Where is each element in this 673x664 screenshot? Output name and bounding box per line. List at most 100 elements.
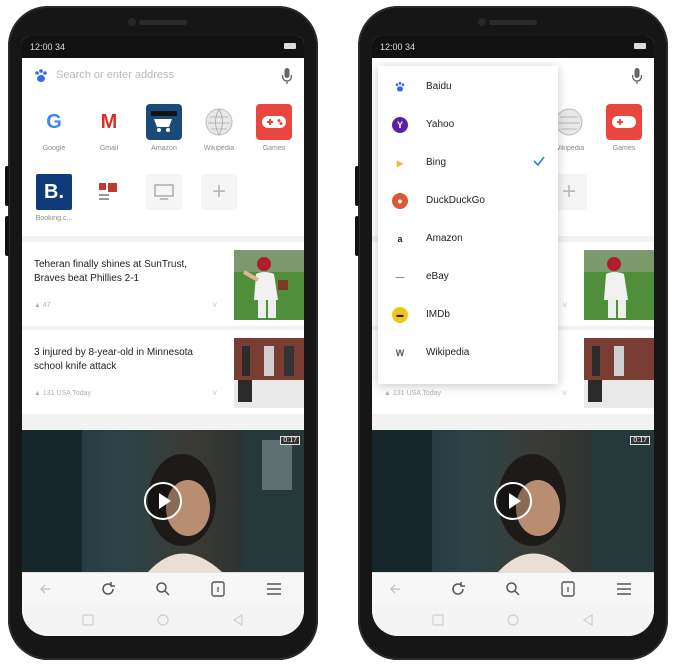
news-card[interactable]: Teheran finally shines at SunTrust, Brav…	[22, 242, 304, 326]
booking-icon: B.	[36, 174, 72, 210]
volume-button	[5, 216, 9, 256]
tile-label: Booking.c...	[35, 215, 73, 222]
volume-button	[5, 166, 9, 206]
tile-label: Games	[262, 145, 286, 152]
building-image	[234, 338, 304, 408]
ebay-icon: —	[392, 269, 408, 285]
search-engine-dropdown: Baidu Y Yahoo ▸ Bing ● DuckDuckGo a Amaz…	[378, 66, 558, 384]
reload-icon[interactable]	[448, 579, 468, 599]
more-options-icon[interactable]: ˅	[212, 388, 217, 398]
recent-apps-icon[interactable]	[432, 614, 444, 626]
like-count: 131 USA Today	[42, 390, 92, 397]
more-options-icon[interactable]: ˅	[562, 388, 567, 398]
wikipedia-globe-icon	[201, 104, 237, 140]
engine-label: Yahoo	[426, 119, 455, 130]
menu-icon[interactable]	[614, 579, 634, 599]
engine-option-ebay[interactable]: — eBay	[378, 258, 558, 296]
wikipedia-icon: W	[392, 345, 408, 361]
phone-left: 12:00 34 Search or enter address G Googl…	[5, 6, 318, 660]
speed-dial-news[interactable]	[81, 174, 137, 215]
tile-label: Google	[42, 145, 66, 152]
speed-dial-google[interactable]: G Google	[26, 104, 82, 152]
tile-label: Games	[612, 145, 636, 152]
menu-icon[interactable]	[264, 579, 284, 599]
reload-icon[interactable]	[98, 579, 118, 599]
back-nav-icon[interactable]	[582, 614, 594, 626]
address-bar[interactable]: Search or enter address	[22, 58, 304, 95]
video-duration: 0:17	[630, 436, 650, 445]
search-icon[interactable]	[503, 579, 523, 599]
speed-dial-gmail[interactable]: M Gmail	[81, 104, 137, 152]
news-meta: ▲ 131 USA Today	[34, 390, 91, 397]
tile-label: Wikipedia	[203, 145, 235, 152]
speed-dial-screen[interactable]	[136, 174, 192, 215]
engine-label: Baidu	[426, 81, 452, 92]
speed-dial-games[interactable]: Games	[246, 104, 302, 152]
search-icon[interactable]	[153, 579, 173, 599]
back-icon[interactable]	[386, 579, 406, 599]
tabs-icon[interactable]	[558, 579, 578, 599]
home-icon[interactable]	[507, 614, 519, 626]
back-icon[interactable]	[36, 579, 56, 599]
video-player[interactable]: 0:17	[372, 430, 654, 572]
engine-label: Bing	[426, 157, 447, 168]
baidu-paw-icon	[35, 69, 47, 82]
engine-label: eBay	[426, 271, 449, 282]
engine-option-duckduckgo[interactable]: ● DuckDuckGo	[378, 182, 558, 220]
tabs-icon[interactable]	[208, 579, 228, 599]
more-options-icon[interactable]: ˅	[562, 300, 567, 310]
microphone-icon[interactable]	[630, 66, 644, 86]
engine-option-bing[interactable]: ▸ Bing	[378, 144, 558, 182]
engine-option-amazon[interactable]: a Amazon	[378, 220, 558, 258]
engine-option-imdb[interactable]: ▬ IMDb	[378, 296, 558, 334]
status-time: 12:00 34	[30, 42, 66, 52]
speed-dial-wikipedia[interactable]: Wikipedia	[191, 104, 247, 152]
engine-option-wikipedia[interactable]: W Wikipedia	[378, 334, 558, 372]
gamepad-icon	[606, 104, 642, 140]
engine-option-baidu[interactable]: Baidu	[378, 68, 558, 106]
phone-right: 12:00 34 Wikipedia Games + ˅ ▲ 131 USA T…	[355, 6, 668, 660]
earpiece	[489, 20, 537, 25]
engine-label: DuckDuckGo	[426, 195, 485, 206]
baidu-icon	[392, 79, 408, 95]
video-player[interactable]: 0:17	[22, 430, 304, 572]
news-meta: ▲ 131 USA Today	[384, 390, 441, 397]
like-count: 131 USA Today	[392, 390, 442, 397]
baseball-pitcher-image	[234, 250, 304, 320]
gamepad-icon	[256, 104, 292, 140]
play-icon[interactable]	[143, 481, 183, 521]
front-camera	[128, 18, 136, 26]
volume-button	[355, 166, 359, 206]
speed-dial-booking[interactable]: B. Booking.c...	[26, 174, 82, 222]
bing-icon: ▸	[392, 155, 408, 171]
address-placeholder: Search or enter address	[56, 69, 175, 81]
speed-dial-games[interactable]: Games	[596, 104, 652, 152]
add-speed-dial-button[interactable]: +	[191, 174, 247, 215]
browser-screen: 12:00 34 Wikipedia Games + ˅ ▲ 131 USA T…	[372, 36, 654, 636]
system-nav-bar	[22, 604, 304, 636]
like-count: 47	[42, 302, 51, 309]
selected-check-icon	[533, 156, 545, 167]
more-options-icon[interactable]: ˅	[212, 300, 217, 310]
engine-label: Amazon	[426, 233, 463, 244]
microphone-icon[interactable]	[280, 66, 294, 86]
video-duration: 0:17	[280, 436, 300, 445]
baseball-pitcher-image	[584, 250, 654, 320]
system-nav-bar	[372, 604, 654, 636]
back-nav-icon[interactable]	[232, 614, 244, 626]
amazon-cart-icon	[146, 104, 182, 140]
browser-screen: 12:00 34 Search or enter address G Googl…	[22, 36, 304, 636]
status-bar: 12:00 34	[22, 36, 304, 58]
news-title: Teheran finally shines at SunTrust, Brav…	[34, 259, 188, 284]
volume-button	[355, 216, 359, 256]
battery-icon	[284, 43, 296, 49]
play-icon[interactable]	[493, 481, 533, 521]
status-time: 12:00 34	[380, 42, 416, 52]
home-icon[interactable]	[157, 614, 169, 626]
thumbs-up-icon: ▲	[384, 390, 391, 397]
duckduckgo-icon: ●	[392, 193, 408, 209]
engine-option-yahoo[interactable]: Y Yahoo	[378, 106, 558, 144]
recent-apps-icon[interactable]	[82, 614, 94, 626]
speed-dial-amazon[interactable]: Amazon	[136, 104, 192, 152]
news-card[interactable]: 3 injured by 8-year-old in Minnesota sch…	[22, 330, 304, 414]
